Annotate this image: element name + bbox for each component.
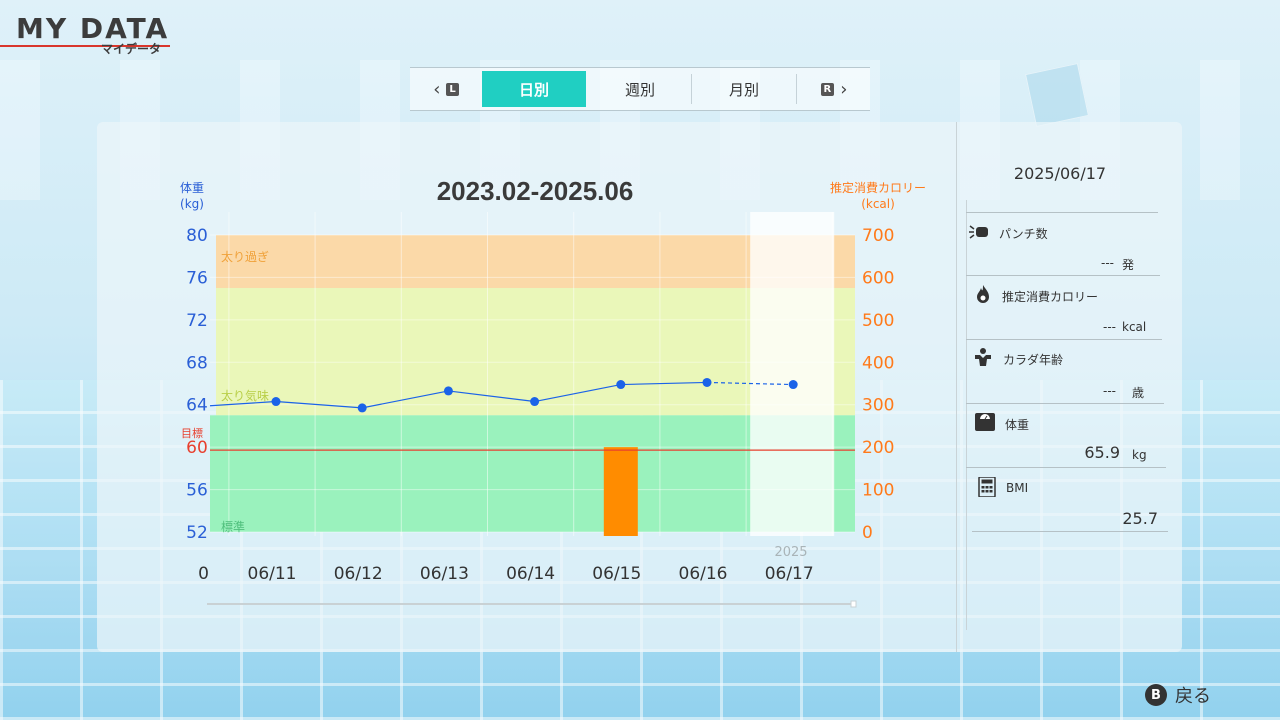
weight-point — [443, 386, 453, 396]
calorie-value: --- — [1103, 320, 1116, 334]
zone-label: 標準 — [221, 519, 245, 534]
weight-point — [788, 380, 798, 390]
punch-count-label: パンチ数 — [999, 227, 1048, 241]
panel-divider — [966, 200, 967, 630]
weight-calorie-chart: 2023.02-2025.06 体重 (kg) 推定消費カロリー (kcal) … — [180, 176, 926, 608]
left-tick-label: 72 — [186, 311, 208, 331]
right-axis-label: 推定消費カロリー — [830, 180, 926, 195]
zone-label: 太り過ぎ — [221, 249, 269, 264]
body-age-unit: 歳 — [1132, 386, 1145, 400]
weight-point — [616, 380, 626, 390]
right-tick-label: 700 — [862, 226, 894, 246]
left-tick-label: 56 — [186, 481, 208, 501]
side-divider — [972, 531, 1168, 532]
x-tick-label: 06/16 — [679, 564, 728, 584]
right-tick-label: 200 — [862, 438, 894, 458]
punch-count-value: --- — [1101, 256, 1114, 270]
body-age-value: --- — [1103, 384, 1116, 398]
side-divider — [966, 275, 1160, 276]
calorie-unit: kcal — [1122, 320, 1147, 334]
flame-icon — [977, 285, 989, 303]
x-tick-label: 06/12 — [334, 564, 383, 584]
right-axis-unit: (kcal) — [861, 197, 895, 211]
selected-date: 2025/06/17 — [1013, 164, 1107, 183]
selected-day-highlight[interactable] — [750, 212, 835, 536]
left-tick-label: 60 — [186, 438, 208, 458]
chart-title: 2023.02-2025.06 — [437, 176, 634, 206]
weight-point — [702, 377, 712, 387]
left-axis-unit: (kg) — [180, 197, 204, 211]
side-divider — [966, 467, 1166, 468]
back-label: 戻る — [1175, 686, 1211, 707]
calculator-icon — [978, 477, 996, 497]
chart-scrollbar-thumb[interactable] — [850, 600, 857, 608]
left-tick-label: 52 — [186, 523, 208, 543]
body-age-label: カラダ年齢 — [1003, 353, 1064, 367]
right-tick-label: 300 — [862, 396, 894, 416]
x-partial-tick: 0 — [198, 564, 209, 584]
right-tick-label: 400 — [862, 353, 894, 373]
left-tick-label: 68 — [186, 353, 208, 373]
weight-label: 体重 — [1005, 418, 1030, 432]
weight-point — [357, 403, 367, 413]
bmi-label: BMI — [1006, 481, 1029, 495]
left-tick-label: 64 — [186, 396, 208, 416]
right-tick-label: 100 — [862, 481, 894, 501]
x-tick-label: 06/17 — [765, 564, 814, 584]
x-tick-label: 06/14 — [506, 564, 555, 584]
punch-count-unit: 発 — [1122, 258, 1135, 272]
muscle-icon — [975, 348, 991, 366]
weight-value: 65.9 — [1084, 443, 1120, 462]
calorie-label: 推定消費カロリー — [1002, 290, 1099, 304]
b-button-icon: B — [1145, 684, 1167, 706]
left-tick-label: 76 — [186, 268, 208, 288]
back-button[interactable]: B 戻る — [1145, 682, 1211, 708]
bmi-value: 25.7 — [1122, 509, 1158, 528]
side-divider — [966, 339, 1162, 340]
background-cube — [1024, 62, 1090, 128]
right-tick-label: 500 — [862, 311, 894, 331]
left-tick-label: 80 — [186, 226, 208, 246]
side-divider — [966, 212, 1158, 213]
calorie-bar — [603, 447, 638, 536]
year-label: 2025 — [774, 545, 807, 560]
calorie-bars — [603, 447, 638, 536]
weight-point — [530, 397, 540, 407]
zone-label: 太り気味 — [221, 388, 269, 403]
left-axis-ticks: 80 76 72 68 64 60 56 52 — [186, 226, 208, 543]
weight-unit: kg — [1132, 448, 1147, 462]
right-tick-label: 600 — [862, 268, 894, 288]
right-tick-label: 0 — [862, 523, 873, 543]
right-axis-ticks: 700 600 500 400 300 200 100 0 — [862, 226, 894, 543]
x-axis-ticks: 06/11 06/12 06/13 06/14 06/15 06/16 06/17 — [248, 564, 814, 584]
x-tick-label: 06/11 — [248, 564, 297, 584]
scale-icon — [975, 413, 995, 431]
x-tick-label: 06/13 — [420, 564, 469, 584]
x-tick-label: 06/15 — [592, 564, 641, 584]
side-divider — [966, 403, 1164, 404]
left-axis-label: 体重 — [180, 181, 204, 195]
weight-point — [271, 397, 281, 407]
punch-icon — [969, 225, 988, 239]
